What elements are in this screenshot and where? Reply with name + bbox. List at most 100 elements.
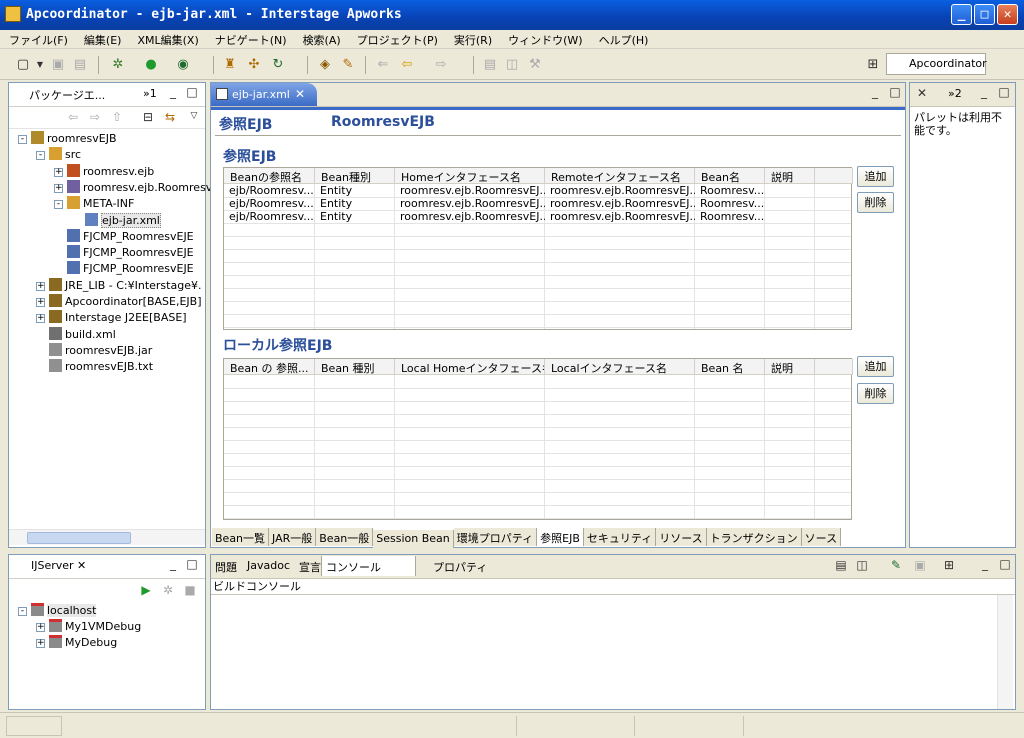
tree-item[interactable]: roomresvEJB — [31, 131, 117, 147]
editor-page-tab[interactable]: トランザクション — [706, 528, 802, 546]
add-local-button[interactable]: 追加 — [857, 356, 894, 377]
dropdown-icon[interactable]: ▼ — [32, 57, 48, 73]
table-row[interactable]: ejb/Roomresv... Entity roomresv.ejb.Roomre… — [224, 184, 851, 197]
server-tree-item[interactable]: My1VMDebug — [49, 619, 141, 635]
minimize-icon[interactable]: _ — [869, 86, 881, 99]
menu-navigate[interactable]: ナビゲート(N) — [206, 30, 294, 48]
tab-ejb-jar[interactable]: ejb-jar.xml ✕ — [211, 83, 317, 106]
add-ref-button[interactable]: 追加 — [857, 166, 894, 187]
editor-page-tab[interactable]: リソース — [656, 528, 707, 546]
minimize-icon[interactable]: _ — [167, 558, 179, 571]
pin-console-icon[interactable]: ✎ — [890, 559, 902, 572]
display-console-icon[interactable]: ▣ — [914, 559, 926, 572]
column-header[interactable]: 説明 — [765, 359, 815, 375]
menu-file[interactable]: ファイル(F) — [0, 30, 75, 48]
expand-toggle[interactable]: + — [36, 314, 45, 324]
open-perspective-icon[interactable]: ⊞ — [865, 57, 881, 73]
close-button[interactable]: ✕ — [997, 4, 1018, 25]
ref-ejb-table[interactable]: Beanの参照名 Bean種別 Homeインタフェース名 Remoteインタフェース名… — [223, 167, 853, 330]
expand-toggle[interactable]: - — [36, 151, 45, 161]
perspective-apcoordinator[interactable]: Apcoordinator — [886, 53, 987, 75]
console-tab[interactable]: プロパティ — [429, 556, 491, 576]
expand-toggle[interactable]: + — [36, 298, 45, 307]
table-row[interactable]: ejb/Roomresv... Entity roomresv.ejb.Roomre… — [224, 197, 851, 210]
tree-item[interactable]: ejb-jar.xml — [85, 212, 161, 229]
tree-item[interactable]: Interstage J2EE[BASE] — [49, 310, 187, 326]
expand-toggle[interactable]: + — [36, 281, 45, 291]
tree-item[interactable]: roomresvEJB.jar — [49, 342, 152, 359]
forward-icon[interactable]: ⇨ — [433, 57, 449, 73]
column-header[interactable]: Bean名 — [695, 168, 765, 184]
stop-server-icon[interactable]: ■ — [184, 584, 196, 597]
expand-toggle[interactable]: - — [18, 135, 27, 144]
tool-a-icon[interactable]: ▤ — [482, 57, 498, 73]
palette-icon[interactable]: ✕ — [916, 87, 928, 100]
view-menu-icon[interactable]: ▽ — [188, 111, 200, 123]
server-tree-item[interactable]: MyDebug — [49, 635, 117, 651]
maximize-icon[interactable]: □ — [186, 558, 198, 571]
minimize-icon[interactable]: _ — [979, 558, 991, 571]
editor-page-tab[interactable]: ソース — [801, 528, 842, 546]
delete-ref-button[interactable]: 削除 — [857, 192, 894, 213]
expand-toggle[interactable]: - — [54, 200, 63, 210]
external-tools-icon[interactable]: ◉ — [175, 57, 191, 73]
tab-overflow[interactable]: »2 — [936, 83, 962, 105]
minimize-button[interactable]: _ — [951, 4, 972, 25]
menu-search[interactable]: 検索(A) — [294, 30, 348, 48]
link-editor-icon[interactable]: ⇆ — [164, 111, 176, 124]
expand-toggle[interactable]: + — [54, 183, 63, 193]
expand-toggle[interactable]: + — [54, 167, 63, 177]
editor-page-tab[interactable]: 環境プロパティ — [453, 528, 538, 546]
minimize-icon[interactable]: _ — [167, 86, 179, 99]
debug-server-icon[interactable]: ✲ — [162, 584, 174, 597]
column-header[interactable]: Bean種別 — [315, 168, 395, 184]
maximize-icon[interactable]: □ — [999, 558, 1011, 571]
tab-package-explorer[interactable]: パッケージエ... — [11, 83, 105, 105]
start-server-icon[interactable]: ▶ — [140, 584, 152, 597]
back-icon[interactable]: ⇦ — [67, 111, 79, 124]
editor-page-tab[interactable]: Bean一覧 — [212, 528, 270, 546]
collapse-all-icon[interactable]: ⊟ — [142, 111, 154, 124]
back-nav-icon[interactable]: ⇐ — [375, 57, 391, 73]
column-header[interactable]: 説明 — [765, 168, 815, 184]
tool-b-icon[interactable]: ◫ — [504, 57, 520, 73]
editor-page-tab[interactable]: Bean一般 — [316, 528, 374, 546]
delete-local-button[interactable]: 削除 — [857, 383, 894, 404]
menu-run[interactable]: 実行(R) — [445, 30, 499, 48]
console-tab[interactable]: コンソール — [321, 556, 416, 576]
column-header[interactable]: Local Homeインタフェース名 — [395, 359, 545, 375]
table-row[interactable]: ejb/Roomresv... Entity roomresv.ejb.Roomre… — [224, 210, 851, 223]
tool-c-icon[interactable]: ⚒ — [527, 57, 543, 73]
maximize-icon[interactable]: □ — [998, 86, 1010, 99]
debug-icon[interactable]: ✲ — [110, 57, 126, 73]
menu-xml-edit[interactable]: XML編集(X) — [128, 30, 205, 48]
expand-toggle[interactable]: + — [36, 623, 45, 632]
run-icon[interactable]: ● — [143, 57, 159, 73]
up-icon[interactable]: ⇧ — [111, 111, 123, 124]
open-type-icon[interactable]: ◈ — [317, 57, 333, 73]
clear-console-icon[interactable]: ▤ — [835, 559, 847, 572]
tree-item[interactable]: FJCMP_RoomresvEJE — [67, 228, 194, 245]
column-header[interactable]: Bean の 参照... — [224, 359, 315, 375]
scroll-lock-icon[interactable]: ◫ — [856, 559, 868, 572]
editor-page-tab[interactable]: Session Bean — [373, 530, 454, 548]
tree-item[interactable]: JRE_LIB - C:¥Interstage¥. — [49, 277, 201, 294]
forward-icon[interactable]: ⇨ — [89, 111, 101, 124]
new-icon[interactable]: ▢ — [15, 57, 31, 73]
local-ref-ejb-table[interactable]: Bean の 参照... Bean 種別 Local Homeインタフェース名 Loc… — [223, 358, 853, 520]
vertical-scrollbar[interactable] — [997, 595, 1013, 709]
tab-ijserver[interactable]: IJServer ✕ — [11, 555, 86, 577]
build-icon[interactable]: ♜ — [222, 57, 238, 73]
expand-toggle[interactable]: + — [36, 639, 45, 648]
column-header[interactable]: Beanの参照名 — [224, 168, 315, 184]
menu-window[interactable]: ウィンドウ(W) — [499, 30, 589, 48]
print-icon[interactable]: ▤ — [72, 57, 88, 73]
deploy-icon[interactable]: ✣ — [246, 57, 262, 73]
tree-item[interactable]: src — [49, 147, 81, 163]
column-header[interactable]: Bean 名 — [695, 359, 765, 375]
back-icon[interactable]: ⇦ — [399, 57, 415, 73]
menu-edit[interactable]: 編集(E) — [75, 30, 129, 48]
tree-item[interactable]: build.xml — [49, 326, 116, 343]
horizontal-scrollbar[interactable] — [9, 529, 205, 545]
tree-item[interactable]: roomresv.ejb.Roomresv — [67, 179, 212, 196]
